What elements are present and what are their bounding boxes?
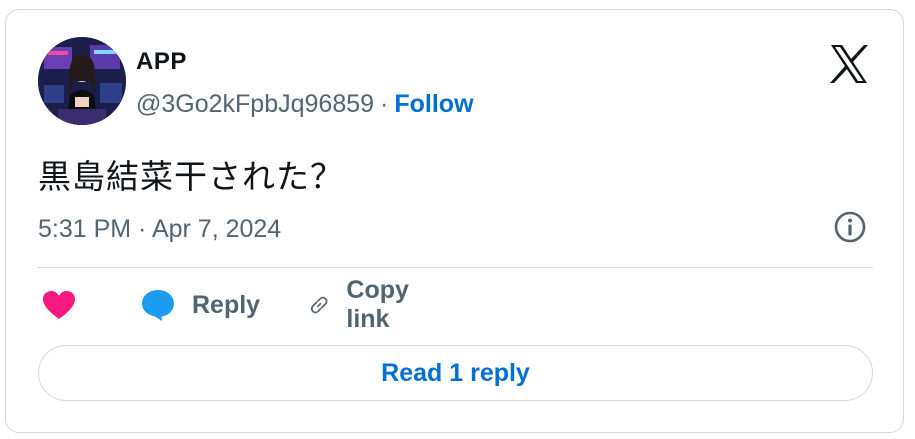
tweet-timestamp[interactable]: 5:31 PM · Apr 7, 2024 [38, 215, 281, 244]
read-replies-label: Read 1 reply [381, 358, 530, 387]
like-button[interactable] [42, 282, 92, 328]
tweet-text: 黒島結菜干された？ [38, 157, 344, 196]
copy-link-button[interactable]: Copy link [308, 276, 421, 333]
reply-label: Reply [192, 290, 261, 319]
separator-dot: · [380, 90, 389, 118]
info-icon[interactable] [833, 210, 867, 244]
follow-link[interactable]: Follow [394, 90, 473, 118]
heart-icon [43, 291, 75, 319]
link-icon [310, 296, 328, 314]
reply-button[interactable]: Reply [140, 282, 260, 328]
author-handle-row: @3Go2kFpbJq96859 · Follow [136, 90, 474, 119]
avatar[interactable] [38, 37, 126, 125]
tweet-embed-card: APP @3Go2kFpbJq96859 · Follow 黒島結菜干された？ 5:… [5, 9, 904, 433]
divider [38, 267, 873, 268]
read-replies-button[interactable]: Read 1 reply [38, 345, 873, 401]
x-logo-icon[interactable] [827, 42, 871, 86]
speech-bubble-icon [142, 290, 174, 321]
copy-link-label: Copy link [346, 276, 409, 333]
author-name[interactable]: APP [136, 48, 187, 76]
author-handle[interactable]: @3Go2kFpbJq96859 [136, 90, 374, 118]
